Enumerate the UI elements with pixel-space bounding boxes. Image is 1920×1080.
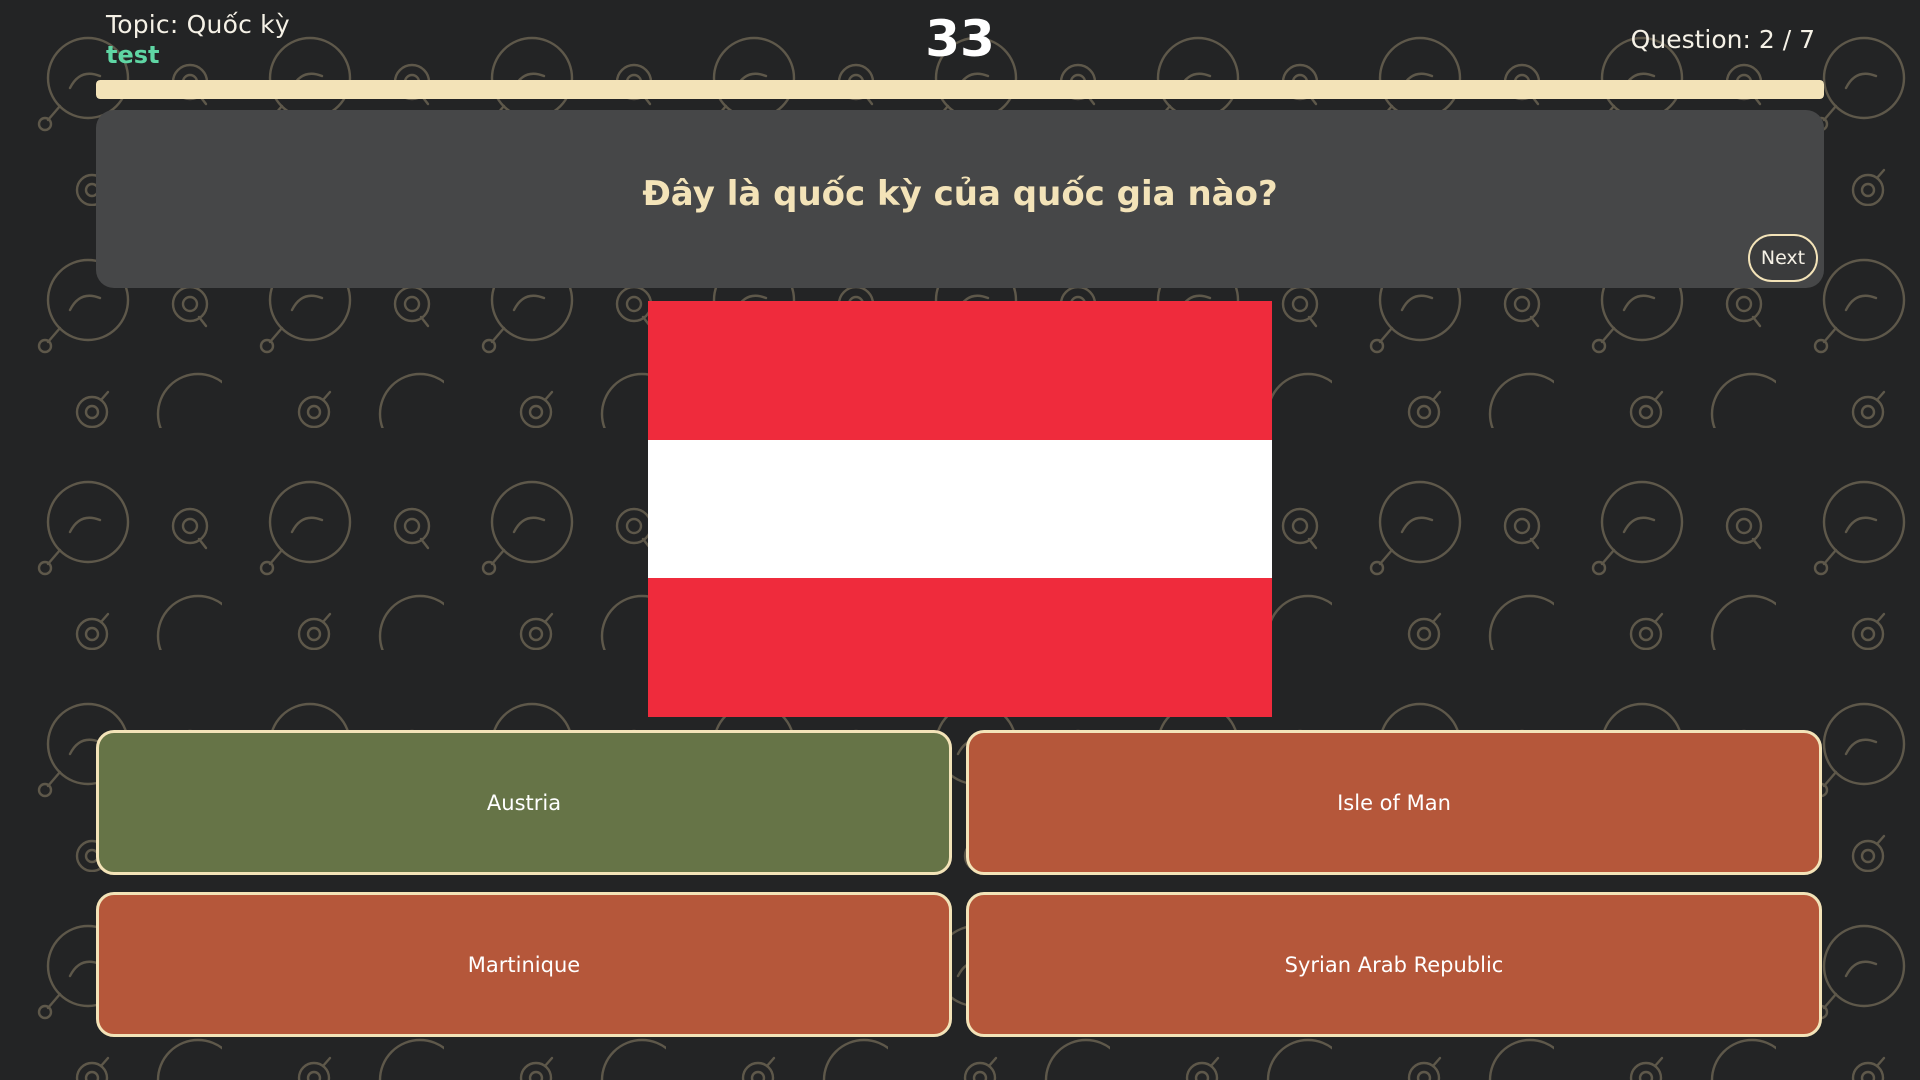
question-text: Đây là quốc kỳ của quốc gia nào? <box>642 174 1278 214</box>
progress-bar <box>96 80 1824 99</box>
question-counter: Question: 2 / 7 <box>1630 25 1815 54</box>
topic-subtitle: test <box>106 41 160 69</box>
question-card: Đây là quốc kỳ của quốc gia nào? Next <box>96 110 1824 288</box>
countdown-timer: 33 <box>925 10 995 68</box>
answer-option-martinique[interactable]: Martinique <box>96 892 952 1037</box>
next-button[interactable]: Next <box>1748 234 1818 282</box>
flag-stripe-middle <box>648 439 1272 579</box>
progress-bar-fill <box>96 80 1824 99</box>
answer-option-syrian-arab-republic[interactable]: Syrian Arab Republic <box>966 892 1822 1037</box>
flag-stripe-top <box>648 301 1272 440</box>
flag-image <box>648 301 1272 718</box>
topic-label: Topic: Quốc kỳ <box>106 10 290 39</box>
flag-stripe-bottom <box>648 578 1272 718</box>
answer-option-isle-of-man[interactable]: Isle of Man <box>966 730 1822 875</box>
answer-option-austria[interactable]: Austria <box>96 730 952 875</box>
